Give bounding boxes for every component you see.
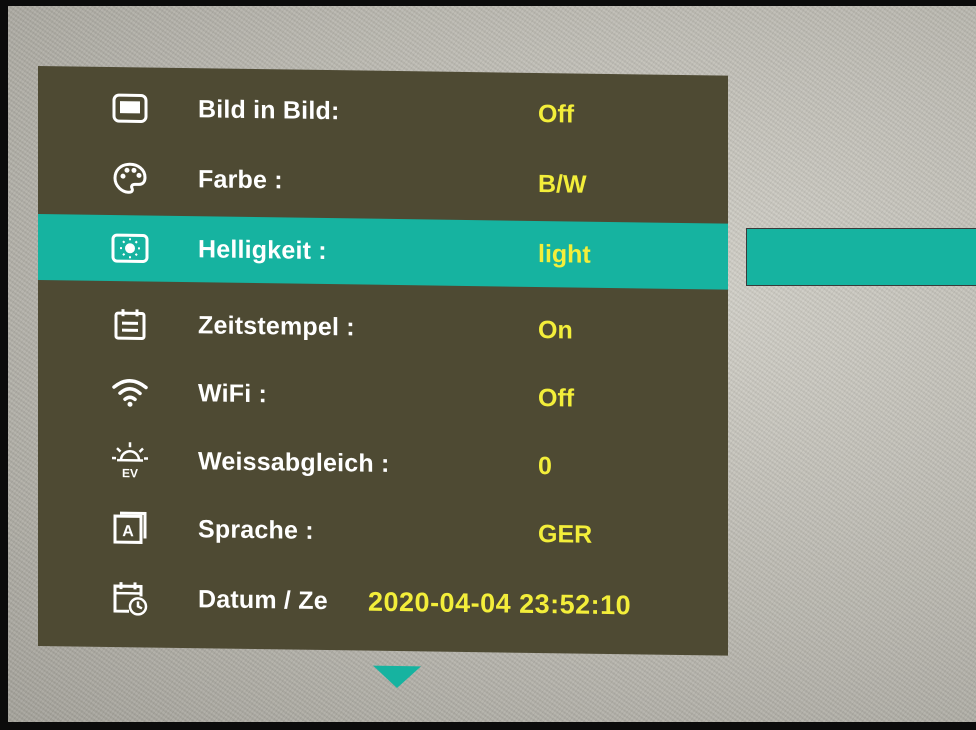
menu-item-value: light bbox=[538, 239, 591, 269]
menu-item-white-balance[interactable]: EV Weissabgleich : 0 bbox=[38, 428, 728, 500]
menu-item-language[interactable]: A Sprache : GER bbox=[38, 496, 728, 568]
white-balance-icon: EV bbox=[110, 440, 150, 481]
menu-item-date-time[interactable]: Datum / Ze 2020-04-04 23:52:10 bbox=[38, 566, 728, 638]
menu-item-label: Bild in Bild: bbox=[198, 94, 340, 125]
menu-item-value: B/W bbox=[538, 169, 587, 199]
menu-item-label: Weissabgleich : bbox=[198, 446, 390, 478]
menu-item-value: On bbox=[538, 315, 573, 344]
palette-icon bbox=[110, 158, 150, 199]
menu-item-picture-in-picture[interactable]: Bild in Bild: Off bbox=[38, 76, 728, 148]
brightness-icon bbox=[110, 228, 150, 269]
timestamp-icon bbox=[110, 304, 150, 345]
menu-item-wifi[interactable]: WiFi : Off bbox=[38, 360, 728, 432]
settings-menu: Bild in Bild: Off Farbe : B/W Helligkeit… bbox=[38, 66, 728, 689]
menu-item-color[interactable]: Farbe : B/W bbox=[38, 146, 728, 218]
wifi-icon bbox=[110, 372, 150, 413]
menu-item-timestamp[interactable]: Zeitstempel : On bbox=[38, 292, 728, 364]
menu-item-value: GER bbox=[538, 519, 593, 549]
menu-item-label: Datum / Ze bbox=[198, 584, 328, 615]
language-icon: A bbox=[110, 508, 150, 549]
menu-item-label: Helligkeit : bbox=[198, 234, 327, 265]
menu-item-value: 0 bbox=[538, 451, 552, 480]
menu-item-label: Farbe : bbox=[198, 164, 283, 194]
menu-item-value: Off bbox=[538, 383, 575, 412]
menu-item-brightness[interactable]: Helligkeit : light bbox=[38, 214, 728, 290]
date-time-icon bbox=[110, 578, 150, 619]
highlight-indicator bbox=[746, 228, 976, 286]
menu-item-value: 2020-04-04 23:52:10 bbox=[368, 586, 632, 620]
camera-screen: Bild in Bild: Off Farbe : B/W Helligkeit… bbox=[8, 6, 976, 722]
menu-item-label: Zeitstempel : bbox=[198, 310, 355, 341]
picture-in-picture-icon bbox=[110, 88, 150, 129]
menu-item-label: WiFi : bbox=[198, 378, 268, 408]
menu-item-label: Sprache : bbox=[198, 514, 314, 545]
svg-text:A: A bbox=[122, 523, 134, 540]
svg-text:EV: EV bbox=[122, 466, 138, 480]
menu-item-value: Off bbox=[538, 99, 575, 128]
scroll-down-arrow-icon[interactable] bbox=[373, 665, 421, 689]
